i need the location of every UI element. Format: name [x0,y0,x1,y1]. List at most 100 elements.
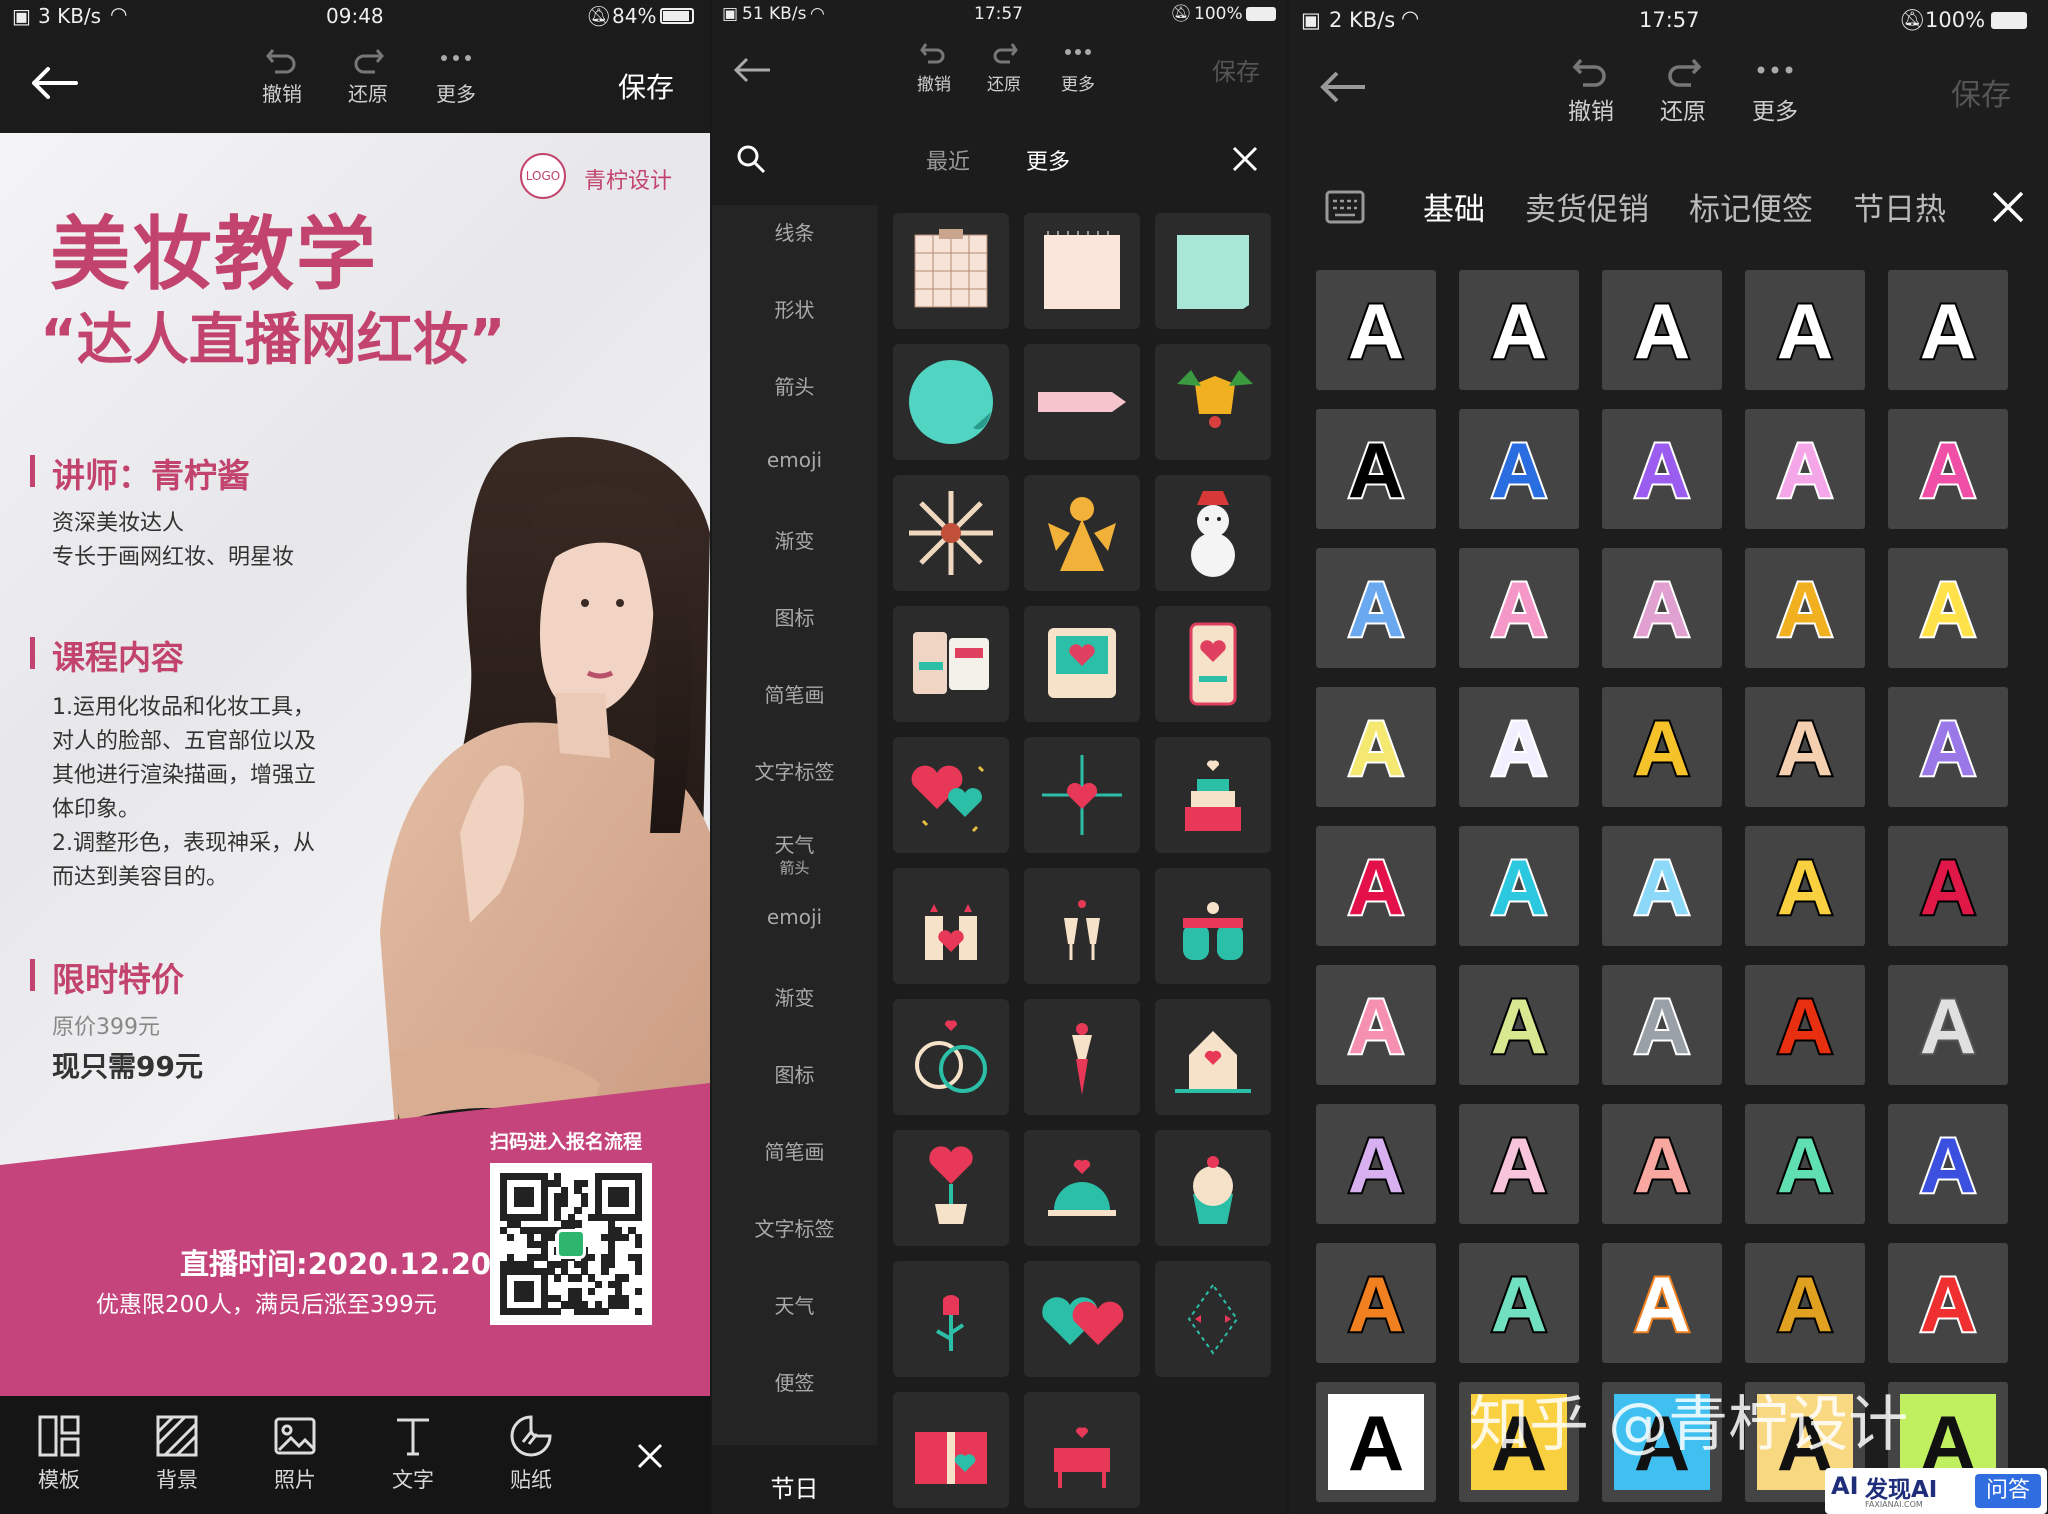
text-style-tile[interactable]: A [1316,826,1436,946]
template-button[interactable]: 模板 [14,1414,104,1494]
category-item[interactable]: 渐变 [712,982,877,1011]
category-item[interactable]: 简笔画 [712,679,877,708]
more-button[interactable]: 更多 [1739,54,1811,126]
text-style-tile[interactable]: A [1888,1104,2008,1224]
sticker-candles[interactable] [893,868,1009,984]
redo-button[interactable]: 还原 [1647,54,1719,126]
back-arrow-icon[interactable] [1319,70,1367,104]
background-button[interactable]: 背景 [132,1414,222,1494]
sticker-rings[interactable] [893,999,1009,1115]
text-style-tile[interactable]: A [1745,965,1865,1085]
tab-more[interactable]: 更多 [1026,144,1070,176]
text-style-tile[interactable]: A [1602,1104,1722,1224]
text-style-tile[interactable]: A [1459,1104,1579,1224]
sticker-heart-target[interactable] [1024,737,1140,853]
text-style-tile[interactable]: A [1888,687,2008,807]
sticker-grid-note[interactable] [893,213,1009,329]
more-button[interactable]: 更多 [424,44,488,107]
category-item[interactable]: 文字标签 [712,1213,877,1242]
text-style-tile[interactable]: A [1888,1243,2008,1363]
text-style-tile[interactable]: A [1316,270,1436,390]
sticker-love-house[interactable] [1155,999,1271,1115]
category-item[interactable]: 图标 [712,602,877,631]
category-item[interactable]: emoji [712,905,877,929]
redo-button[interactable]: 还原 [976,40,1032,95]
tab-holiday[interactable]: 节日热 [1853,184,1946,229]
category-item[interactable]: 渐变 [712,525,877,554]
text-style-tile[interactable]: A [1602,270,1722,390]
sticker-christmas-bell[interactable] [1155,344,1271,460]
text-style-tile[interactable]: A [1745,548,1865,668]
undo-button[interactable]: 撤销 [250,44,314,107]
photo-button[interactable]: 照片 [250,1414,340,1494]
back-arrow-icon[interactable] [732,56,772,84]
text-style-tile[interactable]: A [1459,826,1579,946]
category-selected[interactable]: 节日 [712,1445,877,1514]
category-item[interactable]: 天气 [712,829,877,858]
sticker-rose[interactable] [893,1261,1009,1377]
undo-button[interactable]: 撤销 [906,40,962,95]
text-style-tile[interactable]: A [1459,1243,1579,1363]
text-style-tile[interactable]: A [1888,409,2008,529]
sticker-snowflake[interactable] [893,475,1009,591]
sticker-lined-note[interactable] [1024,213,1140,329]
text-style-tile[interactable]: A [1459,409,1579,529]
redo-button[interactable]: 还原 [336,44,400,107]
undo-button[interactable]: 撤销 [1555,54,1627,126]
sticker-gift-box[interactable] [893,1392,1009,1508]
text-style-tile[interactable]: A [1316,965,1436,1085]
sticker-angel[interactable] [1024,475,1140,591]
save-button[interactable]: 保存 [1212,52,1260,87]
sticker-phone-heart[interactable] [1155,606,1271,722]
sticker-gloves[interactable] [1155,868,1271,984]
sticker-heart-plant[interactable] [893,1130,1009,1246]
sticker-table[interactable] [1024,1392,1140,1508]
sticker-mint-note[interactable] [1155,213,1271,329]
sticker-bouquet[interactable] [1024,999,1140,1115]
category-item[interactable]: 简笔画 [712,1136,877,1165]
tab-sales-promo[interactable]: 卖货促销 [1525,184,1649,229]
text-style-tile[interactable]: A [1745,1243,1865,1363]
text-style-tile[interactable]: A [1602,1243,1722,1363]
text-style-tile[interactable]: A [1459,270,1579,390]
sticker-snowman[interactable] [1155,475,1271,591]
tab-basic[interactable]: 基础 [1423,184,1485,229]
text-style-tile[interactable]: A [1745,409,1865,529]
sticker-button[interactable]: 贴纸 [486,1414,576,1494]
category-item[interactable]: 线条 [712,217,877,246]
text-style-tile[interactable]: A [1602,548,1722,668]
save-button[interactable]: 保存 [1951,70,2011,114]
text-style-tile[interactable]: A [1316,1243,1436,1363]
search-icon[interactable] [736,144,766,174]
text-style-tile[interactable]: A [1459,965,1579,1085]
text-style-tile[interactable]: A [1316,1104,1436,1224]
text-style-tile[interactable]: A [1745,270,1865,390]
sticker-hearts-balloons[interactable] [893,737,1009,853]
sticker-curl-circle[interactable] [893,344,1009,460]
text-style-tile[interactable]: A [1888,826,2008,946]
text-style-tile[interactable]: A [1745,687,1865,807]
text-style-tile[interactable]: A [1316,687,1436,807]
text-style-tile[interactable]: A [1459,548,1579,668]
text-style-tile[interactable]: A [1316,409,1436,529]
text-style-tile[interactable]: A [1602,826,1722,946]
category-item[interactable]: 文字标签 [712,756,877,785]
sticker-arrow-divider[interactable] [1155,1261,1271,1377]
poster-canvas[interactable]: LOGO 青柠设计 美妆教学 “达人直播网红妆” 讲师：青柠酱 资深美妆达人 专… [0,133,710,1396]
sticker-cloche[interactable] [1024,1130,1140,1246]
text-style-tile[interactable]: A [1888,270,2008,390]
category-item[interactable]: 天气 [712,1290,877,1319]
sticker-pink-arrow-tag[interactable] [1024,344,1140,460]
more-button[interactable]: 更多 [1050,40,1106,95]
text-style-tile[interactable]: A [1316,548,1436,668]
category-item[interactable]: 便签 [712,1367,877,1396]
category-item[interactable]: 图标 [712,1059,877,1088]
save-button[interactable]: 保存 [618,66,674,106]
close-icon[interactable] [636,1442,664,1470]
text-style-tile[interactable]: A [1745,826,1865,946]
text-style-tile[interactable]: A [1888,548,2008,668]
sticker-chat-phones[interactable] [893,606,1009,722]
sticker-twin-hearts[interactable] [1024,1261,1140,1377]
sticker-cupcake[interactable] [1155,1130,1271,1246]
category-item[interactable]: 箭头 [712,371,877,400]
